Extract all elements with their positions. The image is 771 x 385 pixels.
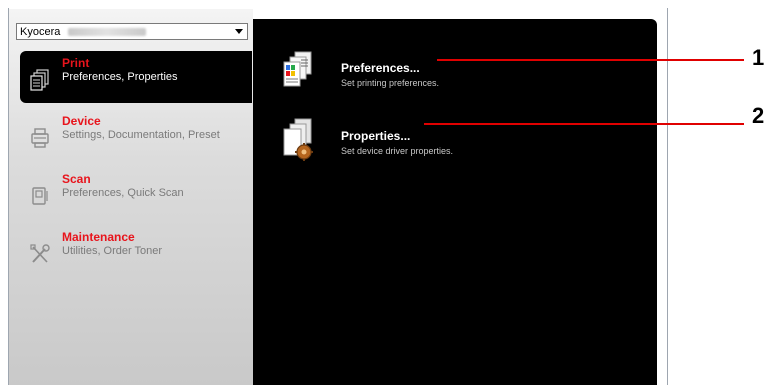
chevron-down-icon[interactable] bbox=[235, 29, 243, 34]
preferences-description: Set printing preferences. bbox=[341, 78, 440, 88]
sidebar-item-scan[interactable]: Scan Preferences, Quick Scan bbox=[20, 167, 252, 219]
content-panel: Preferences... Set printing preferences.… bbox=[253, 19, 657, 385]
sidebar-item-device[interactable]: Device Settings, Documentation, Preset bbox=[20, 109, 252, 161]
printer-model-brand: Kyocera bbox=[20, 25, 61, 38]
printer-model-select[interactable]: Kyocera bbox=[16, 23, 248, 40]
sidebar-item-scan-title: Scan bbox=[62, 172, 91, 186]
sidebar-item-scan-subtitle: Preferences, Quick Scan bbox=[62, 187, 184, 199]
printer-pages-icon bbox=[30, 69, 49, 91]
properties-title: Properties... bbox=[341, 129, 411, 143]
sidebar-item-maintenance-subtitle: Utilities, Order Toner bbox=[62, 245, 163, 257]
callout-line-2 bbox=[424, 123, 744, 125]
printer-model-name-redacted bbox=[68, 27, 147, 36]
sidebar-item-device-subtitle: Settings, Documentation, Preset bbox=[62, 129, 220, 141]
callout-line-1 bbox=[437, 59, 744, 61]
preferences-title: Preferences... bbox=[341, 61, 420, 75]
scanner-icon bbox=[32, 187, 48, 205]
wrench-screwdriver-icon bbox=[30, 244, 50, 263]
sidebar-item-print[interactable]: Print Preferences, Properties bbox=[20, 51, 252, 103]
sidebar-item-print-title: Print bbox=[62, 56, 90, 70]
printer-device-icon bbox=[31, 128, 49, 148]
sidebar-item-device-title: Device bbox=[62, 114, 101, 128]
preferences-action[interactable]: Preferences... Set printing preferences. bbox=[279, 48, 619, 100]
callout-number-1: 1 bbox=[752, 45, 765, 70]
sidebar-item-maintenance[interactable]: Maintenance Utilities, Order Toner bbox=[20, 225, 252, 277]
sidebar-item-maintenance-title: Maintenance bbox=[62, 230, 135, 244]
sidebar-item-print-subtitle: Preferences, Properties bbox=[62, 71, 178, 83]
driver-properties-gear-icon bbox=[283, 118, 313, 161]
properties-description: Set device driver properties. bbox=[341, 146, 454, 156]
printing-preferences-icon bbox=[283, 51, 312, 87]
callout-number-2: 2 bbox=[752, 103, 765, 128]
